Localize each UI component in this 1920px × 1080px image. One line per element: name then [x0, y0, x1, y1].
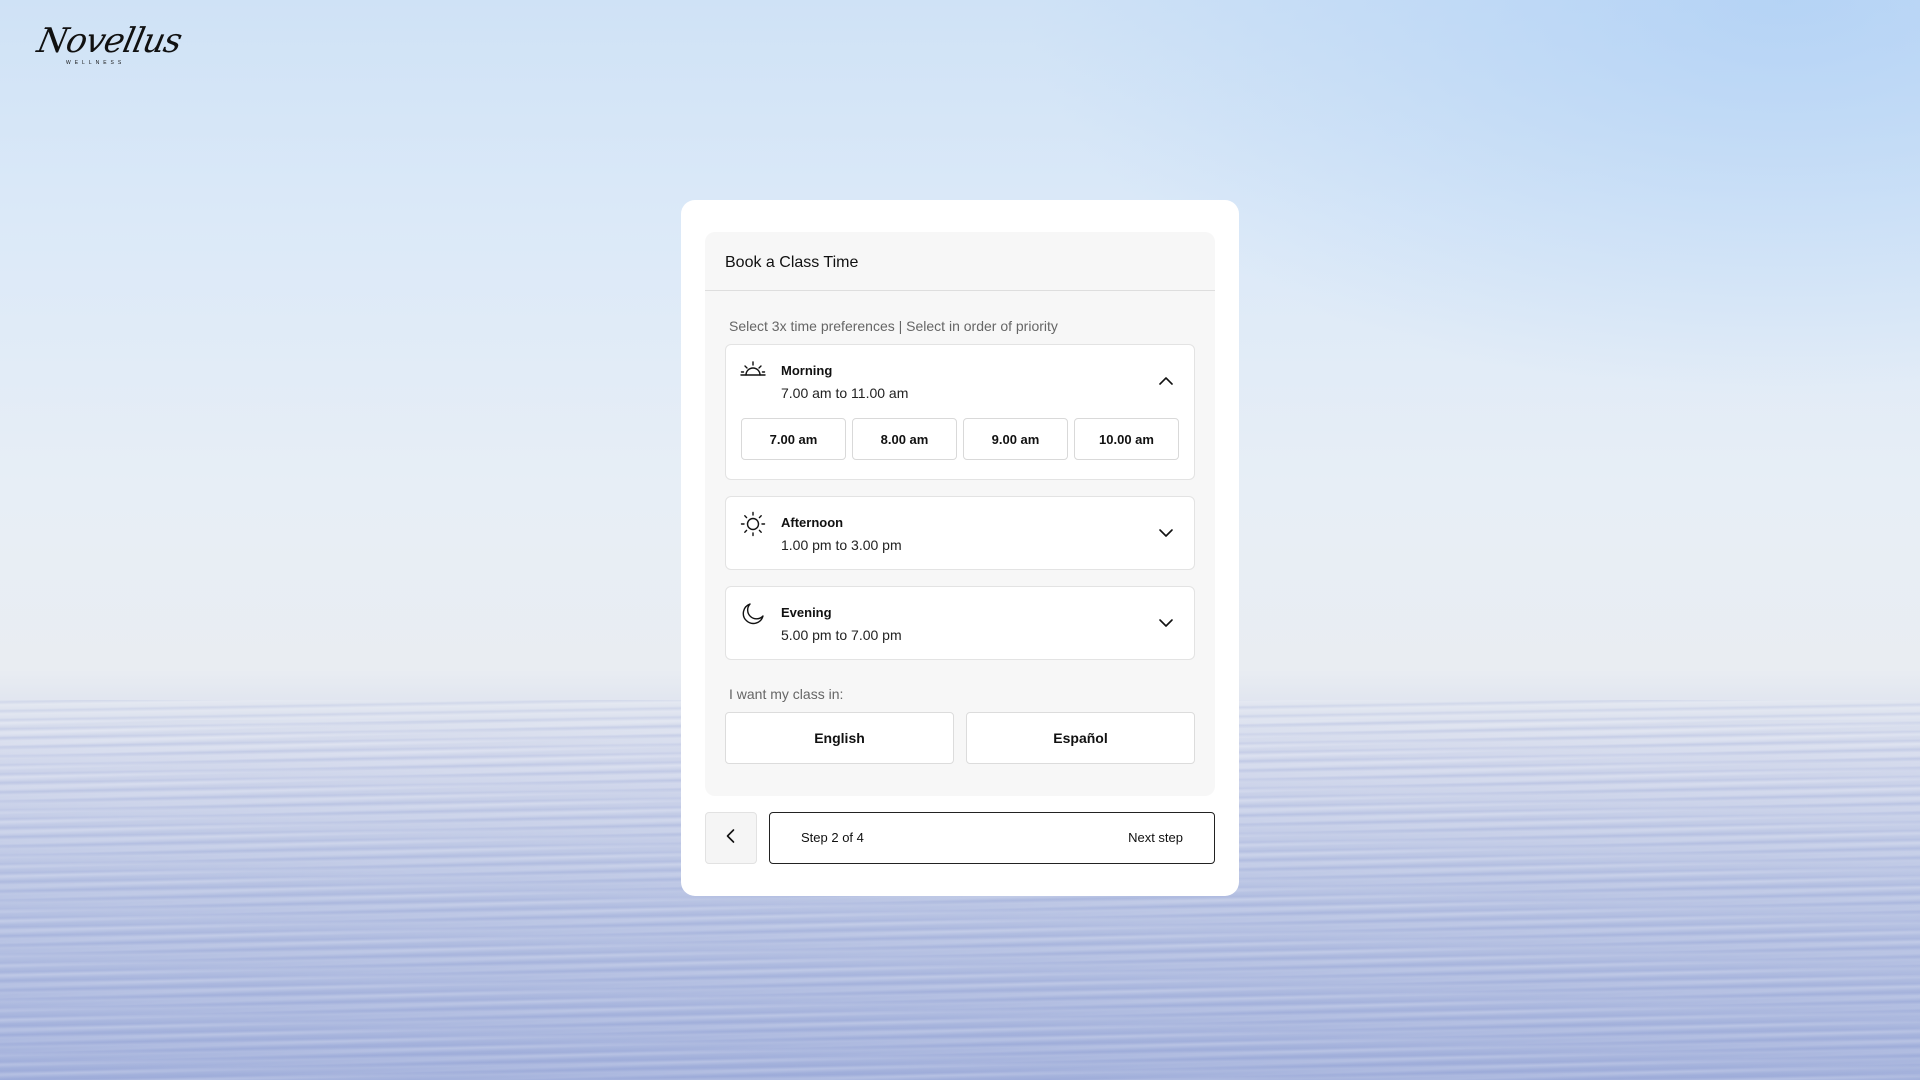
- time-slot-button[interactable]: 9.00 am: [963, 418, 1068, 460]
- section-morning: Morning 7.00 am to 11.00 am 7.00 am 8.00…: [725, 344, 1195, 480]
- moon-icon: [740, 601, 766, 627]
- section-name: Evening: [781, 605, 832, 620]
- section-name: Afternoon: [781, 515, 844, 530]
- chevron-left-icon: [723, 828, 739, 849]
- section-time-range: 1.00 pm to 3.00 pm: [781, 537, 902, 553]
- section-evening[interactable]: Evening 5.00 pm to 7.00 pm: [725, 586, 1195, 660]
- time-slot-button[interactable]: 10.00 am: [1074, 418, 1179, 460]
- section-afternoon[interactable]: Afternoon 1.00 pm to 3.00 pm: [725, 496, 1195, 570]
- language-english-button[interactable]: English: [725, 712, 954, 764]
- chevron-up-icon[interactable]: [1158, 373, 1174, 389]
- language-spanish-button[interactable]: Español: [966, 712, 1195, 764]
- chevron-down-icon[interactable]: [1158, 615, 1174, 631]
- logo-wordmark: Novellus: [33, 21, 185, 61]
- sunrise-icon: [740, 359, 766, 385]
- sun-icon: [740, 511, 766, 537]
- section-time-range: 7.00 am to 11.00 am: [781, 385, 909, 401]
- step-indicator: Step 2 of 4: [801, 830, 864, 845]
- page-title: Book a Class Time: [725, 254, 859, 271]
- brand-logo[interactable]: Novellus WELLNESS: [34, 21, 185, 72]
- title-divider: [705, 290, 1215, 291]
- time-slot-button[interactable]: 7.00 am: [741, 418, 846, 460]
- back-button[interactable]: [705, 812, 757, 864]
- next-step-button[interactable]: Step 2 of 4 Next step: [769, 812, 1215, 864]
- section-name: Morning: [781, 363, 833, 378]
- section-time-range: 5.00 pm to 7.00 pm: [781, 627, 902, 643]
- time-instruction: Select 3x time preferences | Select in o…: [729, 318, 1058, 334]
- time-slot-button[interactable]: 8.00 am: [852, 418, 957, 460]
- booking-panel: Book a Class Time Select 3x time prefere…: [705, 232, 1215, 796]
- next-step-label: Next step: [1128, 830, 1183, 845]
- booking-card: Book a Class Time Select 3x time prefere…: [681, 200, 1239, 896]
- chevron-down-icon[interactable]: [1158, 525, 1174, 541]
- language-label: I want my class in:: [729, 686, 844, 702]
- time-slot-list: 7.00 am 8.00 am 9.00 am 10.00 am: [741, 418, 1179, 460]
